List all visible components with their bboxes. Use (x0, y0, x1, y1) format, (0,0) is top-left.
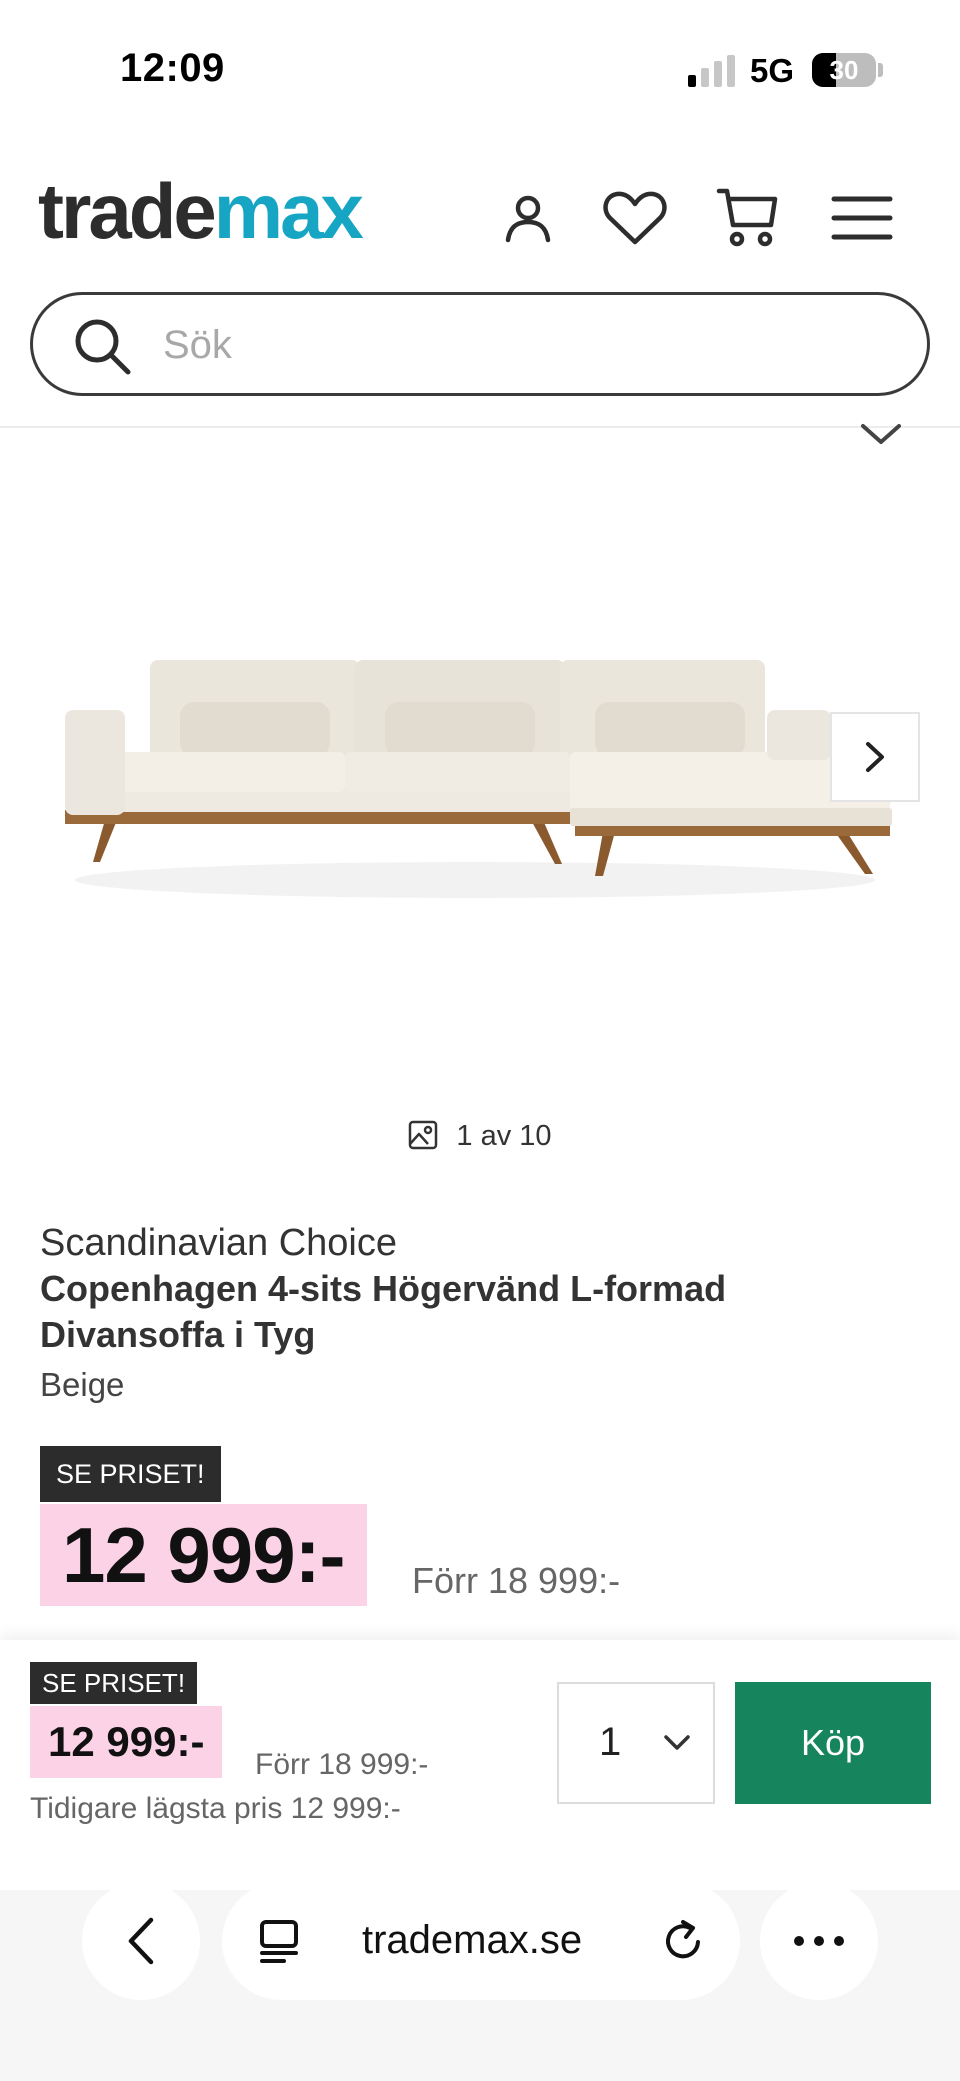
browser-more-button[interactable] (760, 1882, 878, 2000)
menu-icon[interactable] (826, 182, 898, 254)
status-time: 12:09 (120, 46, 225, 90)
bar-deal-badge: SE PRISET! (30, 1662, 198, 1704)
quantity-select[interactable]: 1 (557, 1682, 715, 1804)
account-icon[interactable] (492, 182, 564, 254)
product-image-gallery[interactable]: 1 av 10 (0, 430, 960, 1170)
signal-strength-icon (688, 55, 736, 87)
chevron-down-icon (664, 1735, 690, 1750)
buy-button[interactable]: Köp (735, 1682, 931, 1804)
chevron-right-icon (866, 742, 884, 772)
more-icon (794, 1936, 844, 1946)
search-input[interactable] (161, 317, 881, 373)
search-icon (75, 319, 131, 375)
cart-icon[interactable] (712, 182, 784, 254)
trademax-logo[interactable]: trademax (38, 172, 364, 250)
lowest-price-note: Tidigare lägsta pris 12 999:- (30, 1792, 401, 1825)
image-icon (409, 1120, 438, 1150)
product-color: Beige (40, 1366, 125, 1403)
product-price: 12 999:- (40, 1504, 367, 1606)
chevron-left-icon (128, 1917, 154, 1965)
quantity-value: 1 (599, 1720, 622, 1764)
header-divider (0, 426, 960, 428)
sticky-buy-bar: SE PRISET! 12 999:- Förr 18 999:- Tidiga… (0, 1640, 960, 1890)
battery-icon: 30 (812, 53, 876, 87)
reader-mode-icon[interactable] (256, 1918, 302, 1964)
url-text[interactable]: trademax.se (362, 1918, 582, 1963)
product-brand[interactable]: Scandinavian Choice (40, 1222, 397, 1265)
bar-previous-price: Förr 18 999:- (255, 1748, 429, 1781)
reload-icon[interactable] (660, 1918, 706, 1964)
browser-back-button[interactable] (82, 1882, 200, 2000)
network-type: 5G (750, 52, 795, 89)
status-bar: 12:09 5G 30 (0, 0, 960, 130)
next-image-button[interactable] (830, 712, 920, 802)
image-counter-text: 1 av 10 (456, 1120, 552, 1152)
deal-badge: SE PRISET! (40, 1446, 221, 1502)
battery-level: 30 (829, 55, 859, 85)
search-bar[interactable] (30, 292, 930, 396)
image-counter: 1 av 10 (0, 1120, 960, 1153)
product-title: Copenhagen 4-sits Högervänd L-formad Div… (40, 1268, 727, 1355)
heart-icon[interactable] (599, 182, 671, 254)
previous-price: Förr 18 999:- (412, 1560, 621, 1601)
site-header: trademax (0, 130, 960, 430)
product-image (65, 660, 892, 898)
address-bar[interactable]: trademax.se (222, 1882, 740, 2000)
bar-price: 12 999:- (30, 1706, 223, 1778)
